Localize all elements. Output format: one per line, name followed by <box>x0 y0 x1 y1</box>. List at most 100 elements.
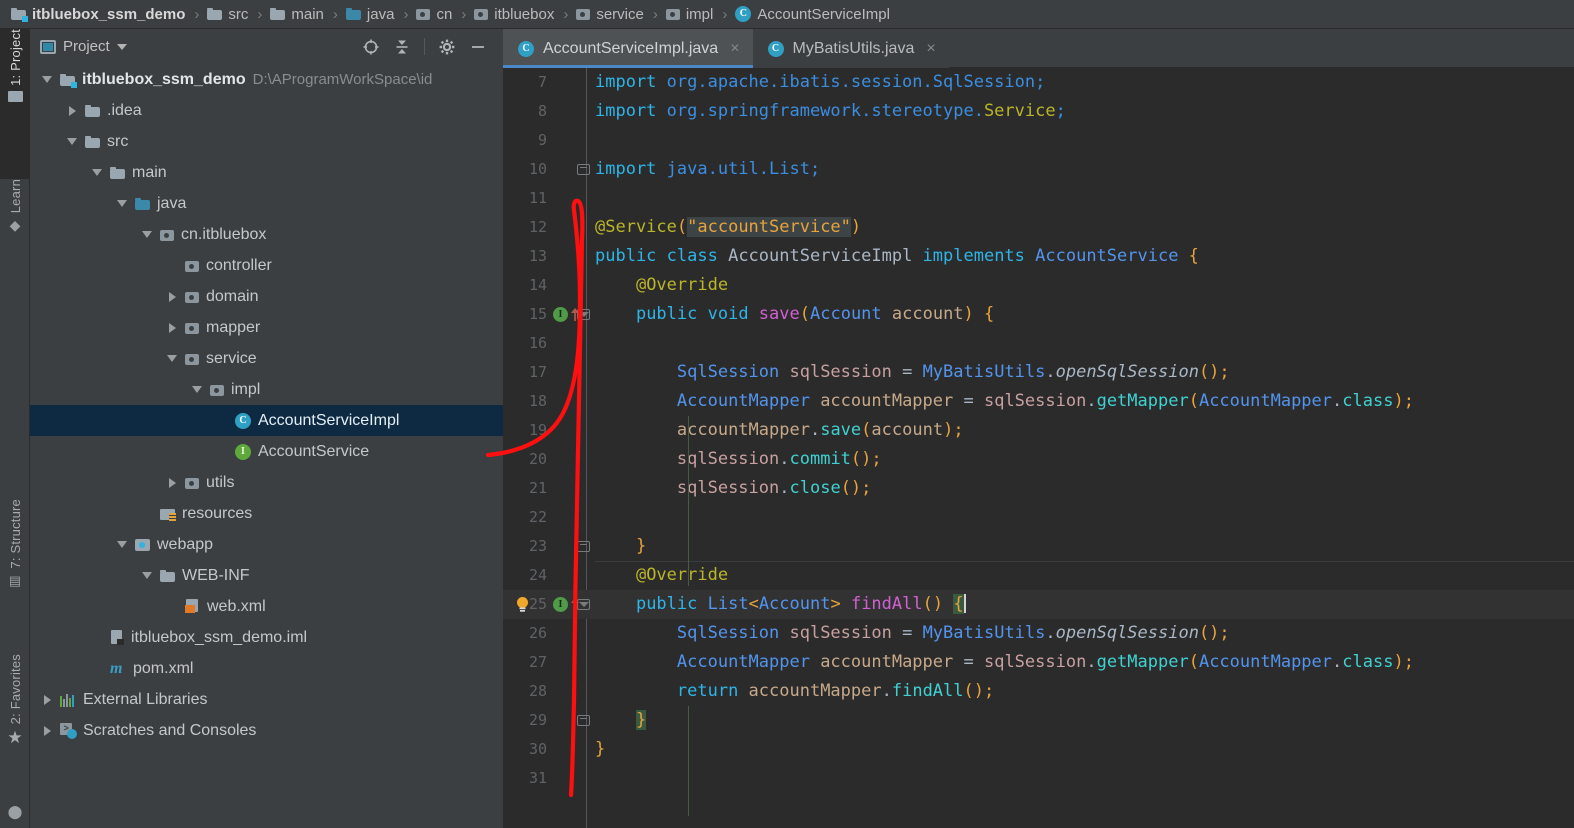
code-line[interactable]: 21 sqlSession.close(); <box>503 474 1574 503</box>
tree-row[interactable]: cn.itbluebox <box>30 219 503 250</box>
tree-row[interactable]: m pom.xml <box>30 653 503 684</box>
chevron-right-icon[interactable] <box>67 105 78 116</box>
chevron-down-icon[interactable] <box>42 74 53 85</box>
tree-row[interactable]: itbluebox_ssm_demo D:\AProgramWorkSpace\i… <box>30 64 503 95</box>
rail-button-web[interactable]: ⬤ <box>0 804 30 828</box>
code-line[interactable]: 14 @Override <box>503 271 1574 300</box>
chevron-down-icon[interactable] <box>92 167 103 178</box>
chevron-right-icon[interactable] <box>42 694 53 705</box>
resources-folder-icon <box>160 507 176 521</box>
chevron-down-icon[interactable] <box>142 229 153 240</box>
fold-expand-icon[interactable] <box>577 309 590 320</box>
code-line[interactable]: 16 <box>503 329 1574 358</box>
breadcrumb-item-src[interactable]: src <box>204 6 251 23</box>
implemented-method-icon[interactable]: I <box>553 597 568 612</box>
fold-collapse-icon[interactable] <box>577 541 590 552</box>
close-icon[interactable]: × <box>730 40 739 58</box>
tree-row[interactable]: WEB-INF <box>30 560 503 591</box>
tree-row[interactable]: I AccountService <box>30 436 503 467</box>
breadcrumb-item-itbluebox[interactable]: itbluebox <box>471 6 557 23</box>
implemented-method-icon[interactable]: I <box>553 307 568 322</box>
tree-row[interactable]: web.xml <box>30 591 503 622</box>
tree-row-selected[interactable]: C AccountServiceImpl <box>30 405 503 436</box>
code-line[interactable]: 15 I public void save(Account account) { <box>503 300 1574 329</box>
code-line[interactable]: 30} <box>503 735 1574 764</box>
close-icon[interactable]: × <box>926 40 935 58</box>
breadcrumb-item-accountserviceimpl[interactable]: C AccountServiceImpl <box>732 6 893 23</box>
chevron-down-icon[interactable] <box>167 353 178 364</box>
locate-icon[interactable] <box>362 38 380 56</box>
code-token: org.springframework.stereotype. <box>666 101 984 121</box>
tree-row[interactable]: itbluebox_ssm_demo.iml <box>30 622 503 653</box>
breadcrumb-item-impl[interactable]: impl <box>663 6 717 23</box>
intention-bulb-icon[interactable] <box>515 596 530 613</box>
tree-row[interactable]: resources <box>30 498 503 529</box>
breadcrumb-item-service[interactable]: service <box>573 6 647 23</box>
code-line[interactable]: 27 AccountMapper accountMapper = sqlSess… <box>503 648 1574 677</box>
code-line[interactable]: 13 public class AccountServiceImpl implem… <box>503 242 1574 271</box>
chevron-down-icon[interactable] <box>142 570 153 581</box>
code-line[interactable]: 19 accountMapper.save(account); <box>503 416 1574 445</box>
code-line[interactable]: 20 sqlSession.commit(); <box>503 445 1574 474</box>
code-line[interactable]: 11 <box>503 184 1574 213</box>
fold-collapse-icon[interactable] <box>577 715 590 726</box>
code-line[interactable]: 10 import java.util.List; <box>503 155 1574 184</box>
project-tree[interactable]: itbluebox_ssm_demo D:\AProgramWorkSpace\i… <box>30 64 503 828</box>
chevron-right-icon[interactable] <box>167 291 178 302</box>
tree-row[interactable]: utils <box>30 467 503 498</box>
editor-tab[interactable]: C MyBatisUtils.java × <box>752 29 949 68</box>
collapse-all-icon[interactable] <box>393 38 411 56</box>
minimize-icon[interactable] <box>469 38 487 56</box>
code-line[interactable]: 22 <box>503 503 1574 532</box>
code-line[interactable]: 28 return accountMapper.findAll(); <box>503 677 1574 706</box>
chevron-right-icon[interactable] <box>167 322 178 333</box>
indent-guide <box>688 706 689 816</box>
code-line[interactable]: 26 SqlSession sqlSession = MyBatisUtils.… <box>503 619 1574 648</box>
chevron-down-icon[interactable] <box>116 43 127 50</box>
code-line[interactable]: 24 @Override <box>503 561 1574 590</box>
code-line[interactable]: 29 } <box>503 706 1574 735</box>
code-line[interactable]: 8 import org.springframework.stereotype.S… <box>503 97 1574 126</box>
settings-gear-icon[interactable] <box>438 38 456 56</box>
fold-expand-icon[interactable] <box>577 599 590 610</box>
tree-row[interactable]: .idea <box>30 95 503 126</box>
code-line[interactable]: 31 <box>503 764 1574 793</box>
code-line[interactable]: 9 <box>503 126 1574 155</box>
code-line[interactable]: 23 } <box>503 532 1574 561</box>
code-line[interactable]: 18 AccountMapper accountMapper = sqlSess… <box>503 387 1574 416</box>
chevron-right-icon[interactable] <box>42 725 53 736</box>
tree-row[interactable]: java <box>30 188 503 219</box>
code-line[interactable]: 17 SqlSession sqlSession = MyBatisUtils.… <box>503 358 1574 387</box>
chevron-right-icon[interactable] <box>167 477 178 488</box>
chevron-down-icon[interactable] <box>192 384 203 395</box>
line-number: 23 <box>528 537 547 555</box>
tree-row[interactable]: controller <box>30 250 503 281</box>
tree-row[interactable]: External Libraries <box>30 684 503 715</box>
code-line[interactable]: 25 I public List<Account> findAll() { <box>503 590 1574 619</box>
code-editor[interactable]: 7 import org.apache.ibatis.session.SqlSes… <box>503 68 1574 828</box>
tree-row[interactable]: src <box>30 126 503 157</box>
tree-row[interactable]: > Scratches and Consoles <box>30 715 503 746</box>
tree-row[interactable]: mapper <box>30 312 503 343</box>
rail-button-7-structure[interactable]: 7: Structure ▤ <box>0 499 30 639</box>
tree-row[interactable]: webapp <box>30 529 503 560</box>
breadcrumb-item-cn[interactable]: cn <box>413 6 455 23</box>
chevron-down-icon[interactable] <box>117 198 128 209</box>
breadcrumb-item-java[interactable]: java <box>343 6 398 23</box>
rail-button-2-favorites[interactable]: 2: Favorites ★ <box>0 654 30 804</box>
tree-row[interactable]: main <box>30 157 503 188</box>
line-number: 27 <box>528 653 547 671</box>
code-line[interactable]: 12 @Service("accountService") <box>503 213 1574 242</box>
code-line[interactable]: 7 import org.apache.ibatis.session.SqlSes… <box>503 68 1574 97</box>
breadcrumb-item-main[interactable]: main <box>267 6 327 23</box>
tree-row[interactable]: domain <box>30 281 503 312</box>
breadcrumb-item-itbluebox-ssm-demo[interactable]: itbluebox_ssm_demo <box>8 6 188 23</box>
tree-row[interactable]: service <box>30 343 503 374</box>
fold-collapse-icon[interactable] <box>577 164 590 175</box>
chevron-down-icon[interactable] <box>67 136 78 147</box>
chevron-down-icon[interactable] <box>117 539 128 550</box>
rail-button-1-project[interactable]: 1: Project <box>0 29 30 179</box>
rail-button-learn[interactable]: Learn ◆ <box>0 179 30 299</box>
tree-row[interactable]: impl <box>30 374 503 405</box>
editor-tab-active[interactable]: C AccountServiceImpl.java × <box>503 29 753 68</box>
